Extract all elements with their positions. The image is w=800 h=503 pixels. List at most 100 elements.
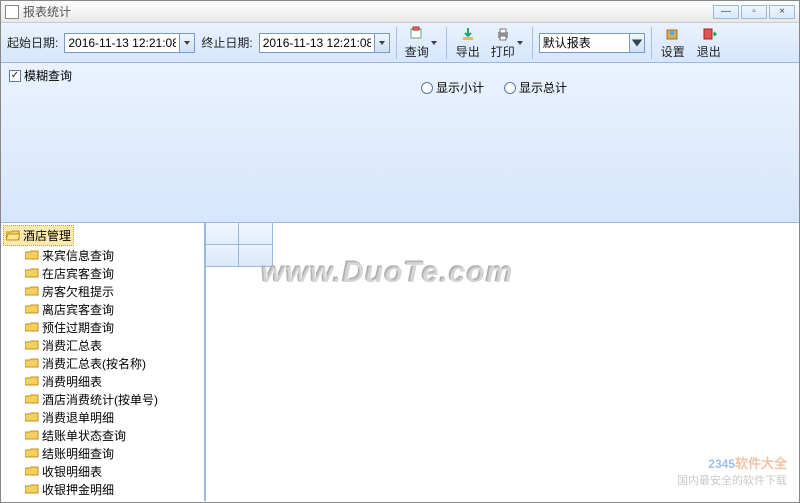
start-date-input[interactable] (64, 33, 179, 53)
tree-item[interactable]: 结账单状态查询 (23, 426, 204, 444)
maximize-button[interactable]: ▫ (741, 5, 767, 19)
folder-icon (25, 429, 39, 441)
tree-item-label: 结账明细查询 (42, 445, 114, 462)
grid-row (205, 245, 799, 267)
grid-header-cell[interactable] (205, 223, 239, 245)
separator (396, 27, 397, 59)
tree-item-label: 在店宾客查询 (42, 265, 114, 282)
tree-item[interactable]: 消费明细表 (23, 372, 204, 390)
filter-panel: 模糊查询 显示小计 显示总计 (1, 63, 799, 223)
folder-icon (25, 303, 39, 315)
grid-cell[interactable] (205, 245, 239, 267)
tree-pane[interactable]: 酒店管理 来宾信息查询在店宾客查询房客欠租提示离店宾客查询预住过期查询消费汇总表… (1, 223, 205, 501)
folder-icon (25, 465, 39, 477)
tree-item[interactable]: 退账单统计 (23, 498, 204, 501)
fuzzy-search-checkbox[interactable]: 模糊查询 (9, 67, 791, 84)
report-select[interactable] (539, 33, 645, 53)
separator (651, 27, 652, 59)
printer-icon (495, 26, 511, 42)
folder-icon (25, 483, 39, 495)
folder-icon (25, 339, 39, 351)
folder-icon (25, 375, 39, 387)
tree-item[interactable]: 在店宾客查询 (23, 264, 204, 282)
tree-root-label: 酒店管理 (23, 227, 71, 244)
tree-item[interactable]: 收银押金明细 (23, 480, 204, 498)
checkbox-icon (9, 70, 21, 82)
tree-item-label: 预住过期查询 (42, 319, 114, 336)
grid-header-cell[interactable] (239, 223, 273, 245)
grid-pane[interactable] (205, 223, 799, 501)
subtotal-label: 显示小计 (436, 79, 484, 96)
tree-item-label: 消费汇总表(按名称) (42, 355, 146, 372)
query-button[interactable]: 查询 (403, 26, 440, 60)
folder-icon (25, 411, 39, 423)
tree-item-label: 收银明细表 (42, 463, 102, 480)
tree-item-label: 收银押金明细 (42, 481, 114, 498)
tree-item[interactable]: 预住过期查询 (23, 318, 204, 336)
end-date-picker[interactable] (259, 33, 390, 53)
start-date-label: 起始日期: (7, 34, 58, 51)
tree-item-label: 消费明细表 (42, 373, 102, 390)
separator (446, 27, 447, 59)
window-title: 报表统计 (23, 3, 713, 20)
close-button[interactable]: × (769, 5, 795, 19)
tree-item-label: 消费汇总表 (42, 337, 102, 354)
chevron-down-icon[interactable] (179, 33, 195, 53)
end-date-input[interactable] (259, 33, 374, 53)
tree-item[interactable]: 消费退单明细 (23, 408, 204, 426)
folder-icon (25, 357, 39, 369)
tree-item[interactable]: 离店宾客查询 (23, 300, 204, 318)
grid-cell[interactable] (239, 245, 273, 267)
folder-icon (25, 321, 39, 333)
minimize-button[interactable]: — (713, 5, 739, 19)
tree-item[interactable]: 消费汇总表(按名称) (23, 354, 204, 372)
radio-icon (421, 82, 433, 94)
end-date-label: 终止日期: (201, 34, 252, 51)
folder-icon (25, 393, 39, 405)
export-button[interactable]: 导出 (453, 26, 483, 60)
app-icon (5, 5, 19, 19)
show-total-radio[interactable]: 显示总计 (504, 79, 567, 96)
tree-item-label: 房客欠租提示 (42, 283, 114, 300)
folder-open-icon (6, 230, 20, 242)
tree-item-label: 来宾信息查询 (42, 247, 114, 264)
tree-item[interactable]: 酒店消费统计(按单号) (23, 390, 204, 408)
fuzzy-search-label: 模糊查询 (24, 67, 72, 84)
titlebar: 报表统计 — ▫ × (1, 1, 799, 23)
export-icon (460, 26, 476, 42)
gear-icon (665, 26, 681, 42)
tree-item[interactable]: 收银明细表 (23, 462, 204, 480)
show-subtotal-radio[interactable]: 显示小计 (421, 79, 484, 96)
tree-item-label: 结账单状态查询 (42, 427, 126, 444)
tree-item[interactable]: 消费汇总表 (23, 336, 204, 354)
report-select-input[interactable] (539, 33, 629, 53)
folder-icon (25, 447, 39, 459)
dropdown-arrow-icon[interactable] (430, 41, 438, 45)
tree-item[interactable]: 房客欠租提示 (23, 282, 204, 300)
separator (532, 27, 533, 59)
folder-icon (25, 267, 39, 279)
tree-item-label: 离店宾客查询 (42, 301, 114, 318)
folder-icon (25, 249, 39, 261)
folder-icon (25, 285, 39, 297)
settings-button[interactable]: 设置 (658, 26, 688, 60)
tree-root[interactable]: 酒店管理 (3, 225, 74, 246)
search-icon (409, 26, 425, 42)
radio-icon (504, 82, 516, 94)
chevron-down-icon[interactable] (374, 33, 390, 53)
grid-header-row (205, 223, 799, 245)
tree-item-label: 消费退单明细 (42, 409, 114, 426)
chevron-down-icon[interactable] (629, 33, 645, 53)
content-area: 酒店管理 来宾信息查询在店宾客查询房客欠租提示离店宾客查询预住过期查询消费汇总表… (1, 223, 799, 501)
tree-item[interactable]: 结账明细查询 (23, 444, 204, 462)
dropdown-arrow-icon[interactable] (516, 41, 524, 45)
print-button[interactable]: 打印 (489, 26, 526, 60)
tree-item[interactable]: 来宾信息查询 (23, 246, 204, 264)
start-date-picker[interactable] (64, 33, 195, 53)
tree-item-label: 退账单统计 (42, 499, 102, 502)
total-label: 显示总计 (519, 79, 567, 96)
toolbar: 起始日期: 终止日期: 查询 导出 打印 设置 (1, 23, 799, 63)
exit-button[interactable]: 退出 (694, 26, 724, 60)
exit-icon (701, 26, 717, 42)
tree-item-label: 酒店消费统计(按单号) (42, 391, 158, 408)
